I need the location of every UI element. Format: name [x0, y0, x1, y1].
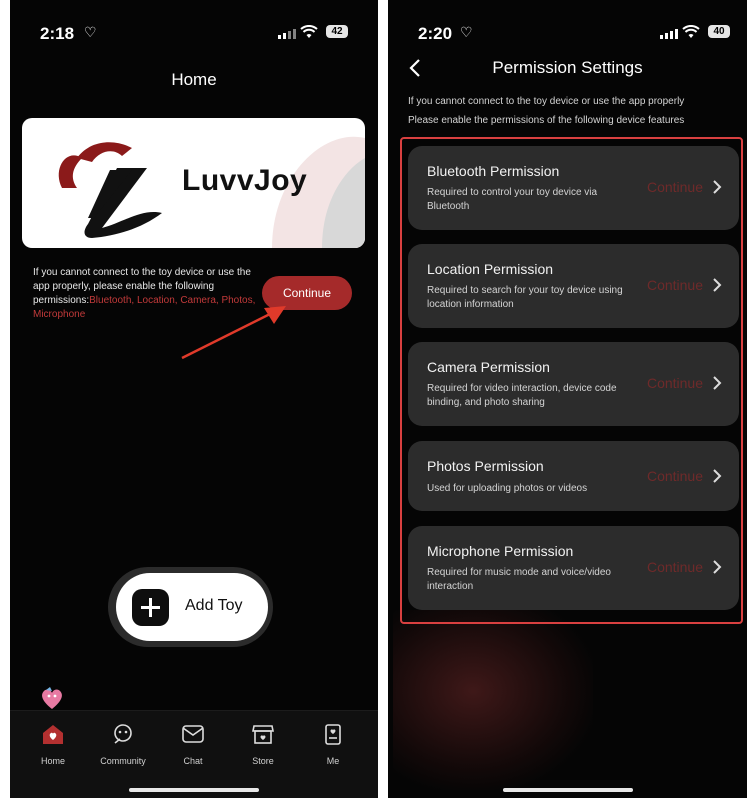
tab-chat-label: Chat [183, 756, 203, 766]
tab-community-label: Community [100, 756, 146, 766]
health-icon: ♡ [84, 24, 97, 40]
chat-icon [182, 725, 204, 743]
add-toy-label: Add Toy [185, 597, 243, 614]
wifi-icon [682, 25, 700, 38]
status-time: 2:20 [418, 24, 453, 43]
store-icon [252, 725, 274, 744]
tab-home-label: Home [40, 756, 65, 766]
tab-home[interactable]: Home [18, 723, 88, 766]
signal-icon [278, 29, 296, 39]
plus-icon [132, 589, 169, 626]
tab-community[interactable]: Community [88, 723, 158, 766]
battery-icon: 42 [326, 25, 348, 38]
permission-note-line-1: If you cannot connect to the toy device … [408, 96, 685, 107]
add-toy-button[interactable]: Add Toy [116, 573, 268, 641]
mascot-heart-icon[interactable] [38, 685, 66, 711]
background-heart-decoration [393, 610, 593, 790]
tab-chat[interactable]: Chat [158, 723, 228, 766]
tab-store[interactable]: Store [228, 723, 298, 766]
permission-note-line-2: Please enable the permissions of the fol… [408, 115, 685, 126]
permission-settings-screen: 2:20 ♡ 40 Permission Settings If you can… [388, 0, 747, 798]
health-icon: ♡ [460, 24, 473, 40]
home-indicator[interactable] [129, 788, 259, 792]
me-icon [325, 724, 341, 745]
battery-icon: 40 [708, 25, 730, 38]
brand-banner[interactable]: LuvvJoy [22, 118, 365, 248]
community-icon [114, 724, 132, 744]
status-time: 2:18 [40, 24, 75, 43]
status-bar: 2:18 ♡ 42 [10, 20, 378, 48]
home-screen: 2:18 ♡ 42 Home LuvvJoy If you cannot con… [10, 0, 378, 798]
bottom-tab-bar: Home Community Chat Store Me [10, 710, 378, 798]
brand-name: LuvvJoy [182, 164, 308, 197]
page-title: Permission Settings [492, 58, 643, 77]
home-icon [43, 725, 63, 744]
home-indicator[interactable] [503, 788, 633, 792]
annotation-highlight-box [400, 137, 743, 624]
signal-icon [660, 29, 678, 39]
page-title: Home [171, 70, 217, 89]
status-bar: 2:20 ♡ 40 [388, 20, 747, 48]
tab-store-label: Store [252, 756, 274, 766]
pointer-arrow-icon [181, 306, 286, 360]
wifi-icon [300, 25, 318, 38]
tab-me[interactable]: Me [298, 723, 368, 766]
tab-me-label: Me [326, 756, 340, 766]
